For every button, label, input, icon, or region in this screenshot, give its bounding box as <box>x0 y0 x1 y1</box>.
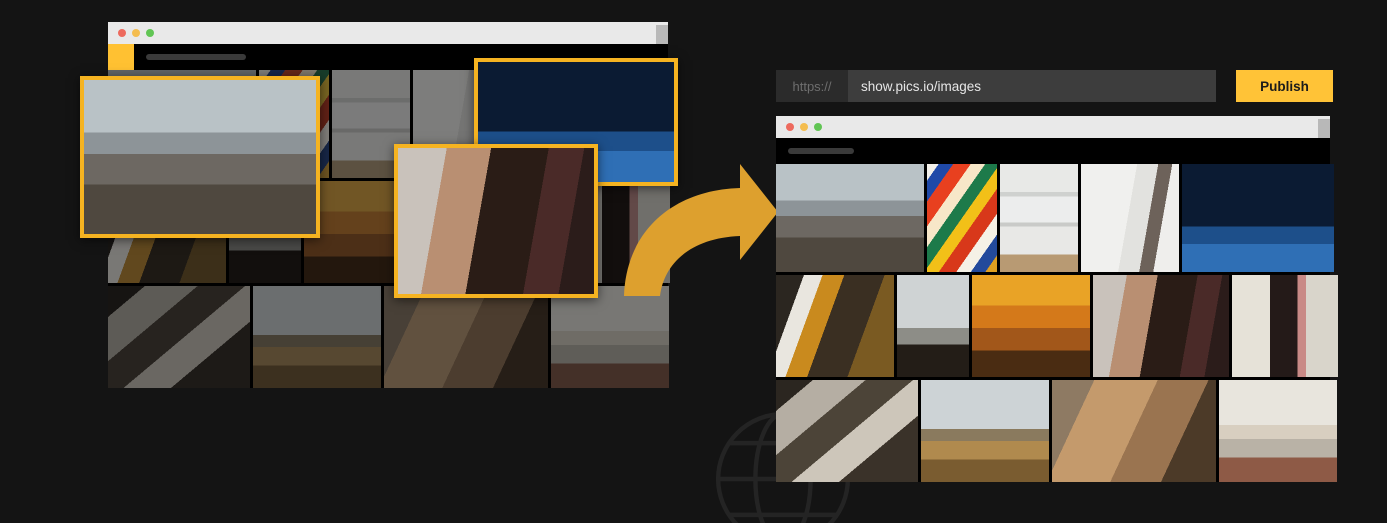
photo-white-minimalist-shelf-interior[interactable] <box>1000 164 1078 272</box>
url-bar[interactable]: https:// show.pics.io/images <box>776 70 1216 102</box>
photo-person-standing-before-mountains[interactable] <box>776 164 924 272</box>
zoom-button[interactable] <box>146 29 154 37</box>
published-window-titlebar <box>776 116 1330 138</box>
photo-white-bathroom-with-mirror[interactable] <box>1081 164 1179 272</box>
zoom-button[interactable] <box>814 123 822 131</box>
photo-lego-star-wars-stormtroopers[interactable] <box>1182 164 1334 272</box>
photo-architectural-pink-zigzag-detail[interactable] <box>1232 275 1338 377</box>
minimize-button[interactable] <box>800 123 808 131</box>
photo-silhouette-figure-in-doorway[interactable] <box>897 275 969 377</box>
toolbar-placeholder <box>788 148 854 154</box>
published-photo-grid[interactable] <box>776 164 1338 482</box>
toolbar-placeholder <box>146 54 246 60</box>
photo-light-table-and-chairs[interactable] <box>1219 380 1337 482</box>
promo-illustration: https:// show.pics.io/images Publish <box>0 0 1387 523</box>
photo-dry-golden-hills-landscape[interactable] <box>921 380 1049 482</box>
photo-light-table-and-chairs[interactable] <box>551 286 669 388</box>
url-input[interactable]: show.pics.io/images <box>848 70 1216 102</box>
photo-grid-row <box>108 286 669 388</box>
photo-aerial-rocky-mossy-terrain[interactable] <box>108 286 250 388</box>
minimize-button[interactable] <box>132 29 140 37</box>
curved-right-arrow-icon <box>612 160 782 300</box>
photo-grid-row <box>776 275 1338 377</box>
photo-window-table-with-dried-flowers[interactable] <box>776 275 894 377</box>
published-window[interactable] <box>776 116 1338 482</box>
photo-abstract-marbled-artwork[interactable] <box>927 164 997 272</box>
photo-portrait-woman-floral-top <box>398 148 594 294</box>
photo-grid-row <box>776 164 1334 272</box>
published-window-toolbar <box>776 138 1330 164</box>
photo-grid-row <box>776 380 1337 482</box>
photo-portrait-woman-floral-top[interactable] <box>1093 275 1229 377</box>
photo-person-standing-before-mountains <box>84 80 316 234</box>
selected-thumb-portrait[interactable] <box>394 144 598 298</box>
close-button[interactable] <box>786 123 794 131</box>
close-button[interactable] <box>118 29 126 37</box>
photo-camels-close-up[interactable] <box>1052 380 1216 482</box>
publish-button[interactable]: Publish <box>1236 70 1333 102</box>
url-protocol-label: https:// <box>776 70 848 102</box>
photo-dry-golden-hills-landscape[interactable] <box>253 286 381 388</box>
app-logo-icon <box>108 40 134 72</box>
photo-aerial-rocky-mossy-terrain[interactable] <box>776 380 918 482</box>
source-window-titlebar <box>108 22 668 44</box>
photo-camels-close-up[interactable] <box>384 286 548 388</box>
photo-sunset-dune-with-figure[interactable] <box>972 275 1090 377</box>
window-resize-handle[interactable] <box>1318 119 1330 138</box>
window-resize-handle[interactable] <box>656 25 668 44</box>
selected-thumb-mountains[interactable] <box>80 76 320 238</box>
